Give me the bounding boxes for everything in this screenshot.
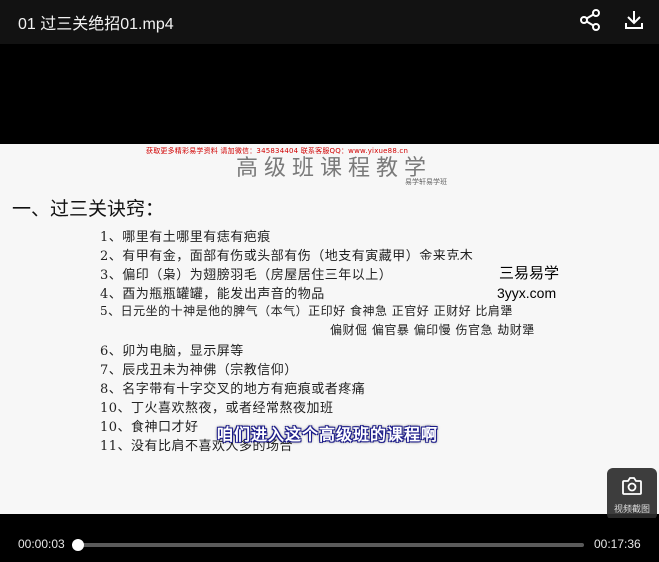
slide-line: 偏财倔 偏官暴 偏印慢 伤官急 劫财犟 bbox=[330, 323, 535, 337]
site-watermark: 3yyx.com bbox=[497, 285, 557, 301]
slide-line: 10、食神口才好 bbox=[100, 420, 199, 435]
overlay-mask bbox=[410, 260, 496, 278]
share-icon[interactable] bbox=[578, 8, 602, 32]
brand-watermark: 三易易学 bbox=[499, 264, 560, 282]
screenshot-label: 视频截图 bbox=[613, 505, 650, 515]
slide-line: 1、哪里有土哪里有痣有疤痕 bbox=[100, 230, 271, 245]
progress-handle[interactable] bbox=[71, 539, 84, 551]
total-time: 00:17:36 bbox=[594, 537, 641, 551]
slide-line: 7、辰戌丑未为神佛（宗教信仰） bbox=[100, 363, 298, 378]
current-time: 00:00:03 bbox=[18, 537, 65, 551]
slide-heading: 一、过三关诀窍： bbox=[12, 198, 165, 220]
camera-icon bbox=[622, 477, 642, 495]
slide-line: 3、偏印（枭）为翅膀羽毛（房屋居住三年以上） bbox=[100, 268, 393, 283]
slide-line: 10、丁火喜欢熬夜，或者经常熬夜加班 bbox=[100, 401, 334, 416]
progress-bar[interactable] bbox=[71, 539, 584, 551]
slide-line: 4、酉为瓶瓶罐罐，能发出声音的物品 bbox=[100, 287, 325, 302]
slide-line: 5、日元坐的十神是他的脾气（本气）正印好 食神急 正官好 正财好 比肩犟 bbox=[100, 304, 513, 318]
screenshot-button[interactable]: 视频截图 bbox=[607, 468, 657, 520]
video-title: 01 过三关绝招01.mp4 bbox=[18, 16, 174, 33]
board-title: 高级班课程教学 bbox=[236, 156, 433, 181]
board-subtitle: 易学轩易学班 bbox=[405, 178, 447, 186]
slide-line: 6、卯为电脑，显示屏等 bbox=[100, 344, 244, 359]
video-subtitle: 咱们进入这个高级班的课程啊 bbox=[217, 425, 439, 444]
slide-line: 8、名字带有十字交叉的地方有疤痕或者疼痛 bbox=[100, 382, 366, 397]
download-icon[interactable] bbox=[622, 8, 646, 32]
title-bar: 01 过三关绝招01.mp4 bbox=[0, 0, 659, 44]
video-frame: 获取更多精彩易学资料 请加微信：345834404 联系客服QQ：www.yix… bbox=[0, 144, 659, 514]
video-player[interactable]: 获取更多精彩易学资料 请加微信：345834404 联系客服QQ：www.yix… bbox=[0, 44, 659, 518]
player-controls: 00:00:03 00:17:36 bbox=[0, 518, 659, 562]
